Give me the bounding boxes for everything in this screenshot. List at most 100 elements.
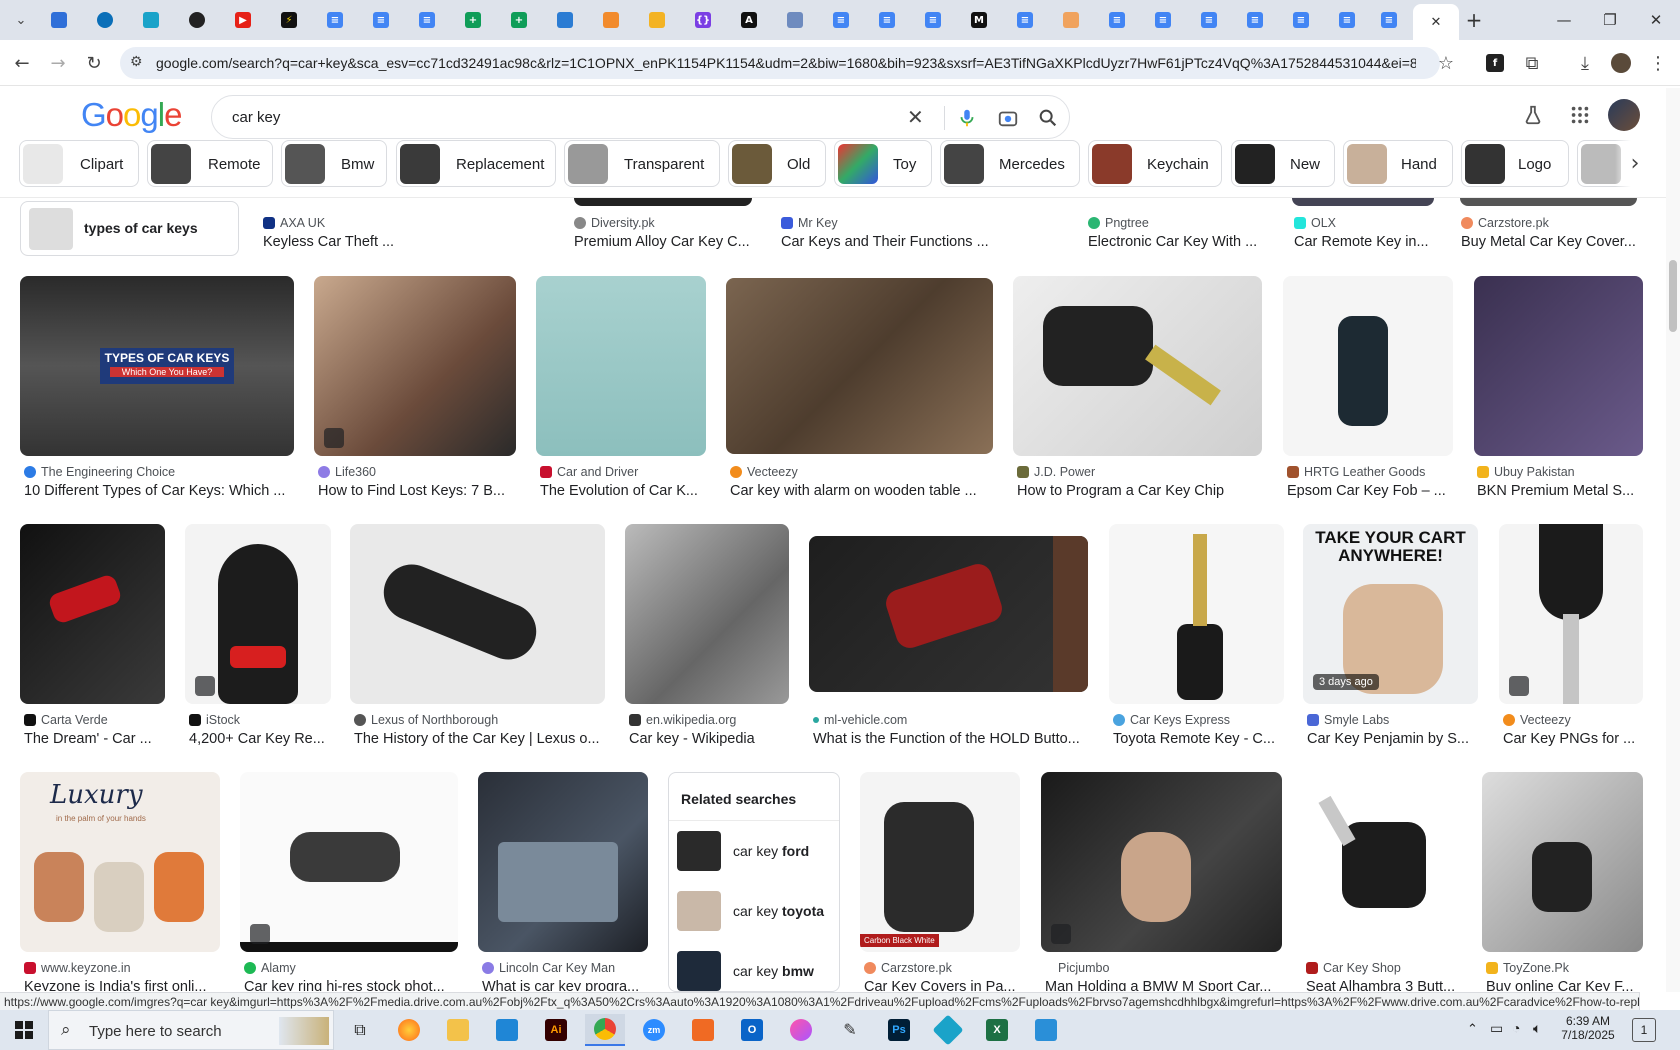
tab-14[interactable]	[640, 8, 674, 32]
tab-19[interactable]: ≡	[870, 8, 904, 32]
chip-mercedes[interactable]: Mercedes	[940, 140, 1080, 187]
tab-16[interactable]: A	[732, 8, 766, 32]
site-info-icon[interactable]: ⚙	[130, 53, 143, 70]
clear-icon[interactable]: ✕	[907, 105, 924, 129]
result-source[interactable]: Life360	[318, 465, 376, 479]
result-title[interactable]: Car Key Covers in Pa...	[864, 979, 1020, 991]
taskbar-zoom[interactable]: zm	[634, 1014, 674, 1046]
result-title[interactable]: 10 Different Types of Car Keys: Which ..…	[24, 483, 294, 499]
result-image[interactable]	[1013, 276, 1262, 456]
result-title[interactable]: Man Holding a BMW M Sport Car...	[1045, 979, 1282, 991]
result-image[interactable]: TAKE YOUR CART ANYWHERE! 3 days ago	[1303, 524, 1478, 704]
labs-flask-icon[interactable]	[1522, 104, 1544, 126]
search-input[interactable]: car key	[232, 109, 280, 126]
result-source[interactable]: Smyle Labs	[1307, 713, 1389, 727]
result-image[interactable]	[1474, 276, 1643, 456]
tab-22[interactable]: ≡	[1008, 8, 1042, 32]
tab-23[interactable]	[1054, 8, 1088, 32]
tab-20[interactable]: ≡	[916, 8, 950, 32]
tab-30[interactable]: ≡	[1372, 8, 1406, 32]
result-title[interactable]: How to Program a Car Key Chip	[1017, 483, 1262, 499]
minimize-button[interactable]: —	[1541, 8, 1587, 32]
result-title[interactable]: The Evolution of Car K...	[540, 483, 708, 499]
tab-11[interactable]: +	[502, 8, 536, 32]
downloads-button[interactable]: ⤓	[1572, 50, 1598, 76]
result-image[interactable]	[726, 278, 993, 454]
tab-26[interactable]: ≡	[1192, 8, 1226, 32]
result-title[interactable]: Seat Alhambra 3 Butt...	[1306, 979, 1462, 991]
result-source[interactable]: Lincoln Car Key Man	[482, 961, 615, 975]
result-image[interactable]	[314, 276, 516, 456]
result-image[interactable]: TYPES OF CAR KEYS Which One You Have?	[20, 276, 294, 456]
result-image[interactable]	[1302, 772, 1462, 952]
result-image[interactable]: Carbon Black White	[860, 772, 1020, 952]
taskbar-illustrator[interactable]: Ai	[536, 1014, 576, 1046]
result-image[interactable]	[1109, 524, 1284, 704]
taskbar-app[interactable]	[683, 1014, 723, 1046]
result-source[interactable]: Vecteezy	[730, 465, 798, 479]
result-image[interactable]	[478, 772, 648, 952]
tab-17[interactable]	[778, 8, 812, 32]
taskbar-app-3[interactable]	[928, 1014, 968, 1046]
result-title[interactable]: Car key with alarm on wooden table ...	[730, 483, 994, 499]
result-title[interactable]: Buy Metal Car Key Cover...	[1461, 234, 1639, 250]
related-search-card-types-of-car-keys[interactable]: types of car keys	[20, 201, 239, 256]
google-logo[interactable]: Google	[81, 96, 182, 134]
result-source[interactable]: Alamy	[244, 961, 296, 975]
result-image[interactable]	[1482, 772, 1643, 952]
result-image[interactable]	[574, 198, 752, 206]
result-source[interactable]: Diversity.pk	[574, 216, 655, 230]
chip-new[interactable]: New	[1231, 140, 1335, 187]
tab-18[interactable]: ≡	[824, 8, 858, 32]
chip-clipart[interactable]: Clipart	[19, 140, 139, 187]
volume-icon[interactable]: 🔈︎	[1533, 1020, 1541, 1037]
start-button[interactable]	[2, 1014, 46, 1046]
forward-button[interactable]: →	[45, 50, 71, 76]
result-image[interactable]	[1041, 772, 1282, 952]
task-view-button[interactable]: ⧉	[340, 1014, 380, 1046]
tab-28[interactable]: ≡	[1284, 8, 1318, 32]
tab-29[interactable]: ≡	[1330, 8, 1364, 32]
tab-25[interactable]: ≡	[1146, 8, 1180, 32]
result-source[interactable]: ToyZone.Pk	[1486, 961, 1569, 975]
result-source[interactable]: HRTG Leather Goods	[1287, 465, 1425, 479]
close-window-button[interactable]: ✕	[1633, 8, 1679, 32]
page-scrollbar[interactable]	[1666, 88, 1680, 992]
result-source[interactable]: Carzstore.pk	[1461, 216, 1549, 230]
account-avatar[interactable]	[1608, 99, 1640, 131]
tab-3[interactable]	[134, 8, 168, 32]
tab-8[interactable]: ≡	[364, 8, 398, 32]
result-image[interactable]: Luxury in the palm of your hands	[20, 772, 220, 952]
tab-4[interactable]	[180, 8, 214, 32]
chips-scroll-right-button[interactable]: ›	[1615, 140, 1655, 187]
profile-button[interactable]	[1608, 50, 1634, 76]
result-source[interactable]: Car and Driver	[540, 465, 638, 479]
result-title[interactable]: 4,200+ Car Key Re...	[189, 731, 331, 747]
result-title[interactable]: Toyota Remote Key - C...	[1113, 731, 1284, 747]
search-icon[interactable]	[1037, 107, 1059, 129]
result-image[interactable]	[240, 772, 458, 952]
result-source[interactable]: Mr Key	[781, 216, 838, 230]
taskbar-chrome[interactable]	[585, 1014, 625, 1046]
clock[interactable]: 6:39 AM 7/18/2025	[1558, 1014, 1618, 1042]
result-title[interactable]: How to Find Lost Keys: 7 B...	[318, 483, 516, 499]
taskbar-firefox[interactable]	[389, 1014, 429, 1046]
result-title[interactable]: Buy online Car Key F...	[1486, 979, 1643, 991]
chip-remote[interactable]: Remote	[147, 140, 273, 187]
related-item-toyota[interactable]: car key toyota	[669, 881, 839, 941]
result-title[interactable]: Keyzone is India's first onli...	[24, 979, 220, 991]
taskbar-vscode[interactable]	[487, 1014, 527, 1046]
url-text[interactable]: google.com/search?q=car+key&sca_esv=cc71…	[156, 55, 1416, 71]
result-image[interactable]	[1292, 198, 1434, 206]
chip-transparent[interactable]: Transparent	[564, 140, 720, 187]
tab-12[interactable]	[548, 8, 582, 32]
show-hidden-icons[interactable]: ⌃	[1467, 1021, 1478, 1037]
network-icon[interactable]: ▭	[1490, 1020, 1503, 1037]
chip-replacement[interactable]: Replacement	[396, 140, 556, 187]
chip-keychain[interactable]: Keychain	[1088, 140, 1222, 187]
chip-toy[interactable]: Toy	[834, 140, 932, 187]
tab-7[interactable]: ≡	[318, 8, 352, 32]
result-title[interactable]: Car Key Penjamin by S...	[1307, 731, 1478, 747]
result-title[interactable]: What is the Function of the HOLD Butto..…	[813, 731, 1088, 747]
result-title[interactable]: Car Key PNGs for ...	[1503, 731, 1641, 747]
